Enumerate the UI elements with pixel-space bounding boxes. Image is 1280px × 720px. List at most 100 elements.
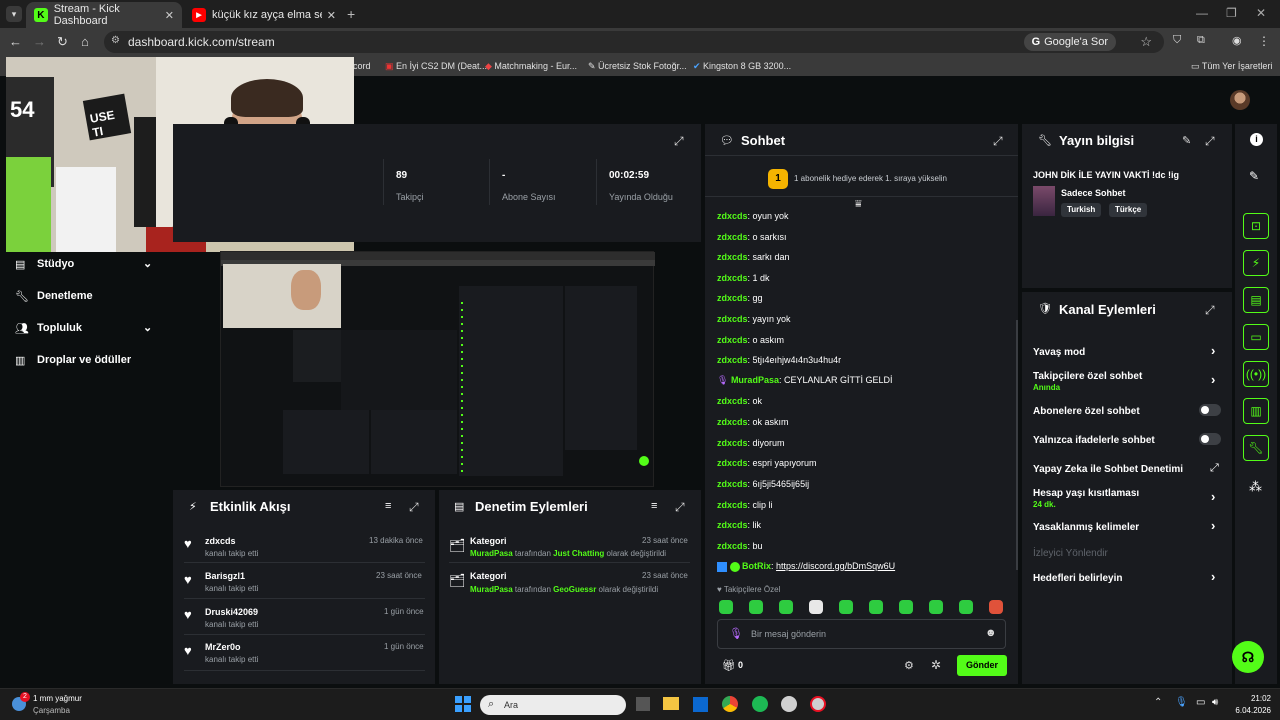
chat-username[interactable]: BotRix (742, 561, 771, 571)
minimize-icon[interactable]: — (1196, 6, 1208, 20)
network-icon[interactable]: ▭ (1196, 697, 1205, 708)
back-icon[interactable]: ← (9, 34, 22, 49)
chat-username[interactable]: zdxcds (717, 458, 748, 468)
emoji-icon[interactable]: ☻ (985, 627, 997, 639)
emote-item[interactable] (779, 600, 793, 614)
chrome-icon[interactable] (722, 696, 738, 712)
chat-username[interactable]: zdxcds (717, 479, 748, 489)
chat-username[interactable]: zdxcds (717, 314, 748, 324)
chevron-down-icon[interactable]: ⌄ (143, 257, 152, 270)
profile-icon[interactable]: ◉ (1232, 34, 1242, 47)
puzzle-icon[interactable]: ✲ (931, 658, 941, 672)
send-button[interactable]: Gönder (957, 655, 1007, 676)
category-name[interactable]: Sadece Sohbet (1061, 188, 1126, 198)
filter-icon[interactable]: ≡ (385, 500, 391, 512)
edit-icon[interactable]: ✎ (1249, 169, 1259, 183)
chevron-down-icon[interactable]: ⌄ (143, 321, 152, 334)
windows-start-icon[interactable] (455, 696, 471, 712)
pinned-icon[interactable]: ⩸ (855, 198, 862, 211)
tab-list-button[interactable]: ▾ (6, 6, 22, 22)
gift-prompt[interactable]: 1 abonelik hediye ederek 1. sıraya yükse… (794, 174, 947, 183)
bookmark-item[interactable]: ◆ Matchmaking - Eur... (485, 61, 577, 72)
emote-item[interactable] (719, 600, 733, 614)
maximize-icon[interactable]: ❐ (1226, 6, 1237, 20)
url-input[interactable]: ⚙ dashboard.kick.com/stream G Google'a So… (104, 31, 1164, 53)
apps-icon[interactable]: ⁂ (1249, 479, 1262, 495)
wrench-icon[interactable]: 🔧︎ (1243, 435, 1269, 461)
expand-icon[interactable]: ⤢ (993, 134, 1003, 149)
emote-item[interactable] (869, 600, 883, 614)
tray-mic-icon[interactable]: 🎙︎ (1175, 697, 1188, 708)
site-info-icon[interactable]: ⚙ (111, 35, 120, 46)
extensions-icon[interactable]: ⧉ (1197, 34, 1205, 47)
chat-username[interactable]: zdxcds (717, 273, 748, 283)
emote-item[interactable] (749, 600, 763, 614)
sidebar-item-community[interactable]: Topluluk (37, 322, 82, 334)
document-icon[interactable]: ▤ (1243, 287, 1269, 313)
forward-icon[interactable]: → (33, 34, 46, 49)
outlook-icon[interactable] (693, 697, 708, 712)
chat-username[interactable]: zdxcds (717, 417, 748, 427)
shield-icon[interactable]: ⛉ (1173, 34, 1181, 47)
obs-icon[interactable] (810, 696, 826, 712)
emote-item[interactable] (959, 600, 973, 614)
chat-username[interactable]: zdxcds (717, 500, 748, 510)
settings-icon[interactable]: ⚙ (904, 659, 914, 672)
chevron-right-icon[interactable]: › (1211, 518, 1215, 533)
edit-icon[interactable]: ✎ (1182, 134, 1191, 147)
chat-username[interactable]: zdxcds (717, 211, 748, 221)
sidebar-item-drops[interactable]: Droplar ve ödüller (37, 354, 131, 366)
tab-kick-dashboard[interactable]: K Stream - Kick Dashboard ✕ (26, 2, 182, 28)
action-slow-mode[interactable]: Yavaş mod (1033, 347, 1085, 358)
external-link-icon[interactable]: ⤢ (1210, 462, 1219, 475)
chevron-right-icon[interactable]: › (1211, 372, 1215, 387)
chat-username[interactable]: zdxcds (717, 438, 748, 448)
emote-item[interactable] (989, 600, 1003, 614)
close-icon[interactable]: ✕ (327, 9, 336, 22)
expand-icon[interactable]: ⤢ (1205, 303, 1215, 318)
chat-username[interactable]: zdxcds (717, 541, 748, 551)
expand-icon[interactable]: ⤢ (1205, 134, 1215, 149)
capture-icon[interactable]: ⊡ (1243, 213, 1269, 239)
chat-input[interactable]: 🎙︎ Bir mesaj gönderin ☻ (717, 619, 1006, 649)
emote-item[interactable] (899, 600, 913, 614)
chat-scrollbar[interactable] (1016, 320, 1018, 570)
action-banned-words[interactable]: Yasaklanmış kelimeler (1033, 522, 1139, 533)
gift-icon[interactable]: 🎁︎ (722, 659, 736, 672)
action-followers-only[interactable]: Takipçilere özel sohbet (1033, 371, 1142, 382)
sidebar-item-studio[interactable]: Stüdyo (37, 258, 74, 270)
menu-icon[interactable]: ⋮ (1258, 34, 1270, 48)
lightning-icon[interactable]: ⚡︎ (1243, 250, 1269, 276)
close-icon[interactable]: ✕ (165, 9, 174, 22)
clock-time[interactable]: 21:02 (1241, 694, 1271, 703)
chat-username[interactable]: zdxcds (717, 396, 748, 406)
google-ask-button[interactable]: G Google'a Sor (1023, 33, 1116, 51)
bookmark-item[interactable]: cord (353, 61, 371, 71)
chat-username[interactable]: MuradPasa (731, 375, 779, 385)
action-ai-moderation[interactable]: Yapay Zeka ile Sohbet Denetimi (1033, 464, 1183, 475)
expand-icon[interactable]: ⤢ (675, 500, 685, 515)
close-window-icon[interactable]: ✕ (1256, 6, 1266, 20)
chat-username[interactable]: zdxcds (717, 520, 748, 530)
action-account-age[interactable]: Hesap yaşı kısıtlaması (1033, 488, 1139, 499)
expand-icon[interactable]: ⤢ (674, 134, 684, 149)
broadcast-icon[interactable]: ((•)) (1243, 361, 1269, 387)
emote-item[interactable] (809, 600, 823, 614)
app-icon[interactable] (781, 696, 797, 712)
chat-username[interactable]: zdxcds (717, 293, 748, 303)
chevron-right-icon[interactable]: › (1211, 343, 1215, 358)
file-explorer-icon[interactable] (663, 697, 679, 710)
bookmark-item[interactable]: ▣ En İyi CS2 DM (Deat... (385, 61, 487, 72)
weather-text[interactable]: 1 mm yağmur (33, 694, 82, 703)
chat-username[interactable]: zdxcds (717, 232, 748, 242)
emote-only-toggle[interactable] (1199, 433, 1221, 445)
chat-username[interactable]: zdxcds (717, 252, 748, 262)
chat-bubble-icon[interactable]: ▭ (1243, 324, 1269, 350)
emote-item[interactable] (929, 600, 943, 614)
volume-icon[interactable]: 🔊︎ (1212, 697, 1218, 708)
user-avatar[interactable] (1230, 90, 1250, 110)
reload-icon[interactable]: ↻ (57, 34, 68, 50)
sidebar-item-moderation[interactable]: Denetleme (37, 290, 93, 302)
bookmark-star-icon[interactable]: ☆ (1140, 34, 1152, 50)
action-set-goals[interactable]: Hedefleri belirleyin (1033, 573, 1122, 584)
